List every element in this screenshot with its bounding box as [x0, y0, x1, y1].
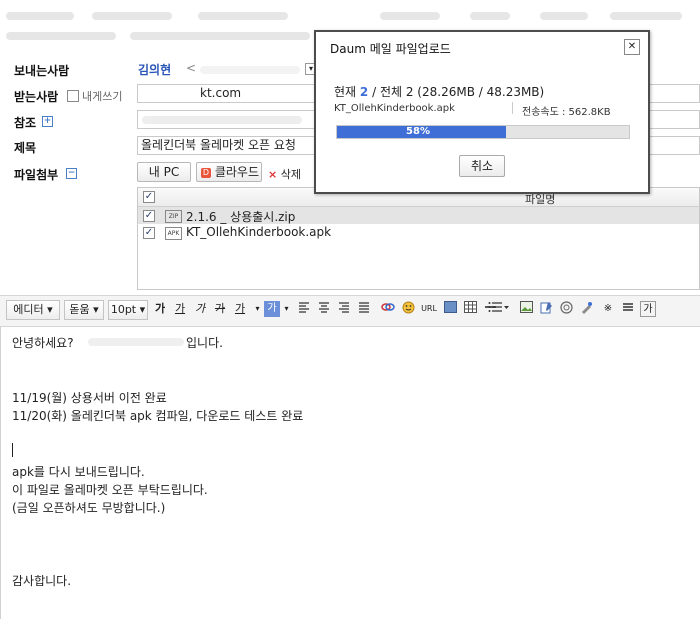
sender-label: 보내는사람 [14, 64, 70, 78]
cloud-icon: D [201, 167, 211, 178]
body-line: 안녕하세요? [12, 336, 74, 350]
link-icon[interactable] [380, 301, 396, 317]
transfer-speed: 전송속도 : 562.8KB [522, 107, 611, 118]
apk-file-icon: APK [165, 227, 182, 240]
photo-icon[interactable] [518, 301, 534, 317]
cloud-button-label: 클라우드 [214, 165, 259, 179]
body-line: 11/20(화) 올레킨더북 apk 컴파일, 다운로드 테스트 완료 [12, 409, 304, 423]
body-line: 입니다. [186, 336, 223, 350]
delete-button[interactable]: × 삭제 [268, 166, 301, 182]
strike-button[interactable]: 가 [212, 301, 228, 317]
align-center-icon[interactable] [316, 301, 332, 317]
zip-file-icon: ZIP [165, 210, 182, 223]
bg-color-dropdown-icon[interactable]: ▾ [282, 301, 291, 317]
progress-label: 58% [406, 126, 430, 137]
special-char-button[interactable]: ※ [600, 301, 616, 317]
editor-mode-select[interactable]: 에디터 ▾ [6, 300, 60, 320]
recipient-label: 받는사람 [14, 90, 59, 104]
delete-label: 삭제 [280, 168, 301, 181]
bg-color-button[interactable]: 가 [264, 301, 280, 317]
self-send-checkbox[interactable] [67, 90, 79, 102]
file-row-name[interactable]: 2.1.6 _ 상용출시.zip [186, 208, 295, 225]
cc-label: 참조 [14, 116, 37, 130]
body-line: 이 파일로 올레마켓 오픈 부탁드립니다. [12, 483, 208, 497]
list-icon[interactable] [486, 301, 512, 317]
subject-label: 제목 [14, 141, 37, 155]
bold-button[interactable]: 가 [152, 301, 168, 317]
upload-filename: KT_OllehKinderbook.apk [334, 103, 455, 114]
file-select-all-checkbox[interactable]: ✓ [143, 191, 155, 203]
body-line: apk를 다시 보내드립니다. [12, 465, 145, 479]
upload-count: 현재 2 / 전체 2 (28.26MB / 48.23MB) [334, 85, 545, 99]
italic-button[interactable]: 가 [192, 301, 208, 317]
settings-icon[interactable] [578, 301, 594, 317]
table-icon[interactable] [462, 301, 478, 317]
url-button[interactable]: URL [419, 301, 439, 317]
sender-arrow: < [186, 61, 197, 75]
upload-dialog: Daum 메일 파일업로드 ✕ 현재 2 / 전체 2 (28.26MB / 4… [314, 30, 650, 194]
body-line: 감사합니다. [12, 574, 72, 588]
cancel-button[interactable]: 취소 [459, 155, 505, 177]
dialog-title: Daum 메일 파일업로드 [330, 42, 451, 56]
file-row-name[interactable]: KT_OllehKinderbook.apk [186, 225, 331, 239]
image-icon[interactable] [442, 301, 458, 317]
cc-add-icon[interactable]: + [42, 114, 53, 128]
self-send-label: 내게쓰기 [82, 90, 123, 103]
text-cursor [12, 443, 13, 457]
cloud-button[interactable]: D 클라우드 [196, 162, 262, 182]
emoticon-icon[interactable] [400, 301, 416, 317]
attach-collapse-icon[interactable]: − [66, 166, 77, 180]
body-line: (금일 오픈하셔도 무방합니다.) [12, 501, 166, 515]
divider [512, 102, 513, 114]
progress-track: 58% [336, 125, 630, 139]
close-icon[interactable]: ✕ [624, 39, 640, 55]
underline-button[interactable]: 가 [172, 301, 188, 317]
align-left-icon[interactable] [296, 301, 312, 317]
font-size-select[interactable]: 10pt ▾ [108, 300, 148, 320]
body-line: 11/19(월) 상용서버 이전 완료 [12, 391, 167, 405]
file-row-checkbox[interactable]: ✓ [143, 210, 155, 222]
align-right-icon[interactable] [336, 301, 352, 317]
sender-name[interactable]: 김의현 [138, 61, 171, 78]
align-justify-icon[interactable] [356, 301, 372, 317]
font-color-button[interactable]: 가 [232, 301, 248, 317]
subject-value: 올레킨더북 올레마켓 오픈 요청 [141, 138, 296, 152]
font-select[interactable]: 돋움 ▾ [64, 300, 104, 320]
font-color-dropdown-icon[interactable]: ▾ [253, 301, 262, 317]
spellcheck-button[interactable]: 가 [640, 301, 656, 317]
map-icon[interactable] [558, 301, 574, 317]
attach-label: 파일첨부 [14, 168, 59, 182]
attach-file-icon[interactable] [538, 301, 554, 317]
file-row-checkbox[interactable]: ✓ [143, 227, 155, 239]
delete-icon: × [268, 168, 278, 181]
horizontal-rule-icon[interactable] [620, 301, 636, 317]
recipient-value: kt.com [200, 86, 242, 100]
my-pc-button[interactable]: 내 PC [137, 162, 191, 182]
